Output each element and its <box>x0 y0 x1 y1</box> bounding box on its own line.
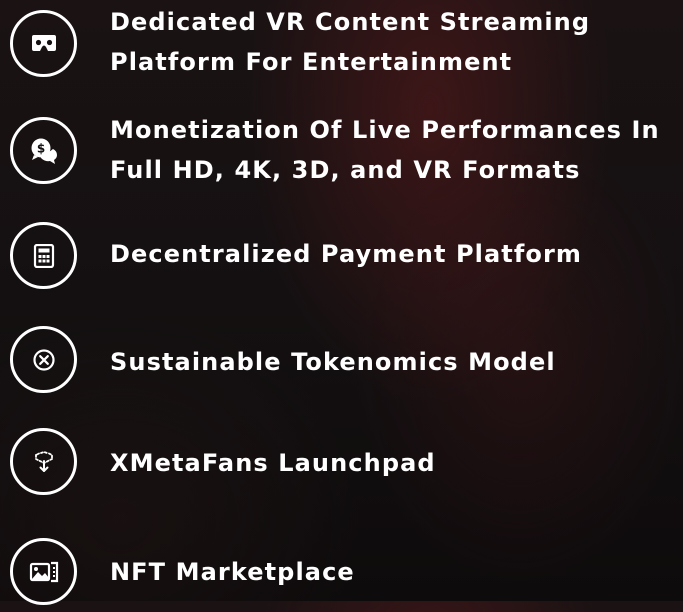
feature-title-line: Platform For Entertainment <box>110 48 513 76</box>
gallery-icon <box>10 538 77 605</box>
feature-title: NFT Marketplace <box>110 552 676 592</box>
svg-text:$: $ <box>36 141 44 155</box>
feature-title-line: XMetaFans Launchpad <box>110 449 436 477</box>
circle-x-icon <box>10 326 77 393</box>
feature-title-line: Decentralized Payment Platform <box>110 240 583 268</box>
feature-title-line: NFT Marketplace <box>110 558 355 586</box>
feature-title: Monetization Of Live Performances In Ful… <box>110 110 676 190</box>
feature-item-launchpad: XMetaFans Launchpad <box>0 426 683 506</box>
feature-item-monetization: $ Monetization Of Live Performances In F… <box>0 110 683 190</box>
feature-title: Dedicated VR Content Streaming Platform … <box>110 2 676 82</box>
feature-title-line: Monetization Of Live Performances In <box>110 116 660 144</box>
launch-box-icon <box>10 428 77 495</box>
feature-item-nft-marketplace: NFT Marketplace <box>0 532 683 612</box>
calculator-icon <box>10 222 77 289</box>
chat-money-icon: $ <box>10 117 77 184</box>
feature-title-line: Dedicated VR Content Streaming <box>110 8 591 36</box>
feature-title: Decentralized Payment Platform <box>110 234 676 274</box>
feature-list: Dedicated VR Content Streaming Platform … <box>0 0 683 605</box>
vr-headset-icon <box>10 10 77 77</box>
feature-title-line: Full HD, 4K, 3D, and VR Formats <box>110 156 581 184</box>
feature-title: XMetaFans Launchpad <box>110 443 676 483</box>
feature-item-tokenomics: Sustainable Tokenomics Model <box>0 324 683 404</box>
feature-item-vr-streaming: Dedicated VR Content Streaming Platform … <box>0 2 683 82</box>
feature-title: Sustainable Tokenomics Model <box>110 342 676 382</box>
feature-title-line: Sustainable Tokenomics Model <box>110 348 556 376</box>
feature-item-payment: Decentralized Payment Platform <box>0 217 683 297</box>
